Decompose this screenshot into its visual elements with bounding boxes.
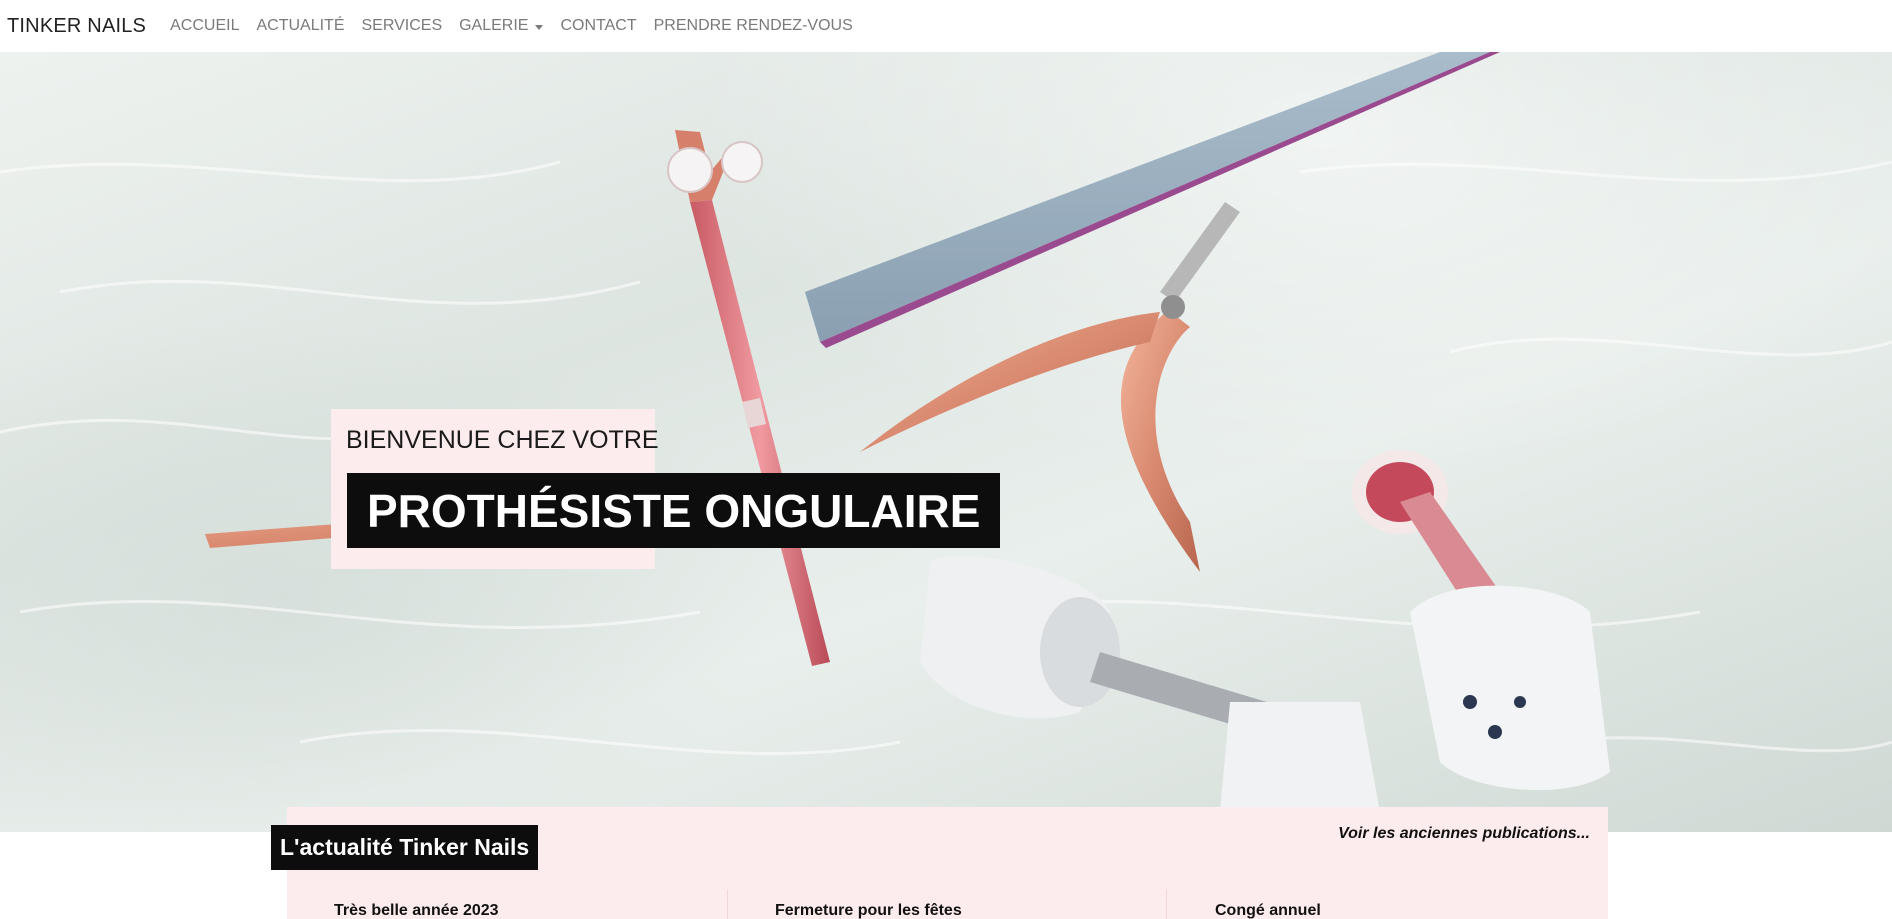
nav-item-actualite[interactable]: ACTUALITÉ — [256, 17, 344, 35]
brand-link[interactable]: TINKER NAILS — [7, 15, 146, 38]
nav-item-accueil[interactable]: ACCUEIL — [170, 17, 239, 35]
nav-item-services[interactable]: SERVICES — [361, 17, 442, 35]
nav-item-contact[interactable]: CONTACT — [560, 17, 636, 35]
news-card-title[interactable]: Congé annuel — [1215, 902, 1321, 919]
news-card-title[interactable]: Fermeture pour les fêtes — [775, 902, 962, 919]
nav-item-galerie[interactable]: GALERIE — [459, 17, 544, 35]
welcome-heading-small: BIENVENUE CHEZ VOTRE — [346, 426, 659, 454]
welcome-heading-large: PROTHÉSISTE ONGULAIRE — [347, 473, 1001, 548]
hero-background-photo — [0, 52, 1892, 812]
news-card-title[interactable]: Très belle année 2023 — [334, 902, 499, 919]
nav-item-rendez-vous[interactable]: PRENDRE RENDEZ-VOUS — [654, 17, 853, 35]
card-divider — [727, 889, 728, 919]
news-section-title: L'actualité Tinker Nails — [271, 825, 539, 870]
older-posts-link[interactable]: Voir les anciennes publications... — [1338, 825, 1590, 843]
card-divider — [1166, 889, 1167, 919]
chevron-down-icon — [535, 24, 544, 30]
hero-banner — [0, 52, 1892, 832]
top-navbar: TINKER NAILS ACCUEIL ACTUALITÉ SERVICES … — [0, 0, 1892, 52]
nav-item-galerie-label: GALERIE — [459, 17, 529, 34]
